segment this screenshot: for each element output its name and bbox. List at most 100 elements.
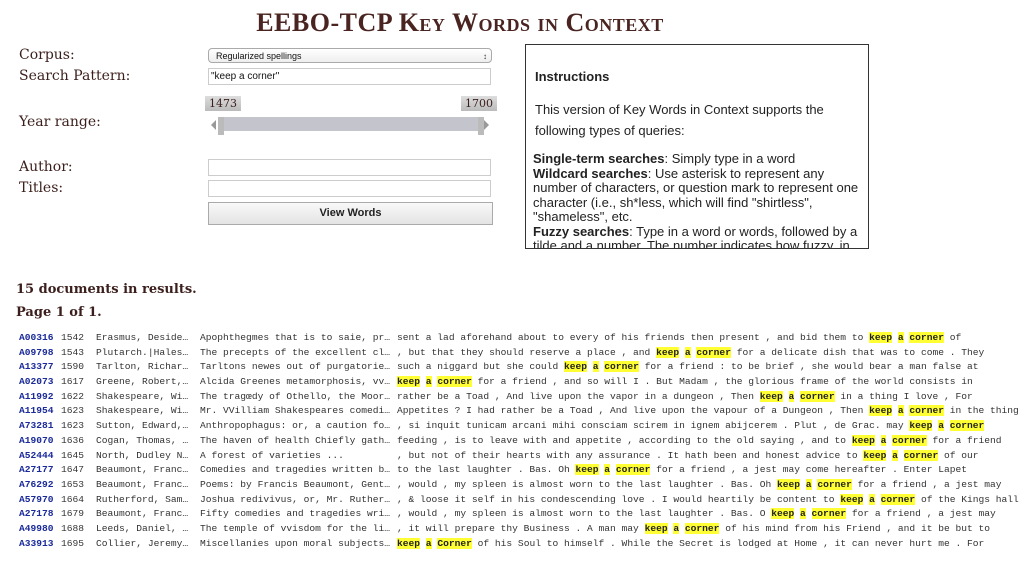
keyword-highlight: keep — [869, 405, 893, 417]
author-cell: Shakespeare, Wi… — [96, 405, 189, 417]
year-cell: 1645 — [61, 449, 85, 461]
document-id-link[interactable]: A11954 — [19, 405, 54, 416]
context-right: of the Kings hall — [915, 493, 1019, 505]
context-right: of his mind from his Friend , and it be … — [719, 522, 991, 534]
titles-input[interactable] — [208, 180, 491, 197]
context-cell: rather be a Toad , And live upon the vap… — [397, 390, 973, 402]
keyword-highlight: keep — [771, 508, 795, 520]
keyword-highlight: keep — [759, 390, 783, 402]
author-cell: Beaumont, Franc… — [96, 478, 189, 490]
year-cell: 1679 — [61, 508, 85, 520]
search-pattern-label: Search Pattern: — [19, 68, 131, 84]
keyword-highlight: keep — [644, 522, 668, 534]
context-left: sent a lad aforehand about to every of h… — [397, 332, 870, 343]
document-id-link[interactable]: A02073 — [19, 376, 54, 387]
title-cell: Mr. VVilliam Shakespeares comedi… — [200, 405, 390, 417]
document-id-link[interactable]: A27177 — [19, 464, 54, 475]
keyword-highlight: keep — [869, 332, 893, 343]
keyword-highlight: keep — [397, 376, 421, 388]
context-cell: , si inquit tunicam arcani mihi consciam… — [397, 420, 985, 432]
context-left: such a niggard but she could — [397, 361, 564, 373]
slider-track[interactable] — [218, 117, 484, 131]
context-left: rather be a Toad , And live upon the vap… — [397, 390, 760, 402]
corpus-select[interactable]: Regularized spellings ↕ — [208, 48, 492, 63]
table-row: A52444 1645 North, Dudley N… A forest of va… — [0, 449, 1024, 465]
title-cell: Alcida Greenes metamorphosis, vv… — [200, 376, 390, 388]
year-range-label: Year range: — [19, 114, 101, 130]
table-row: A02073 1617 Greene, Robert,… Alcida Greenes… — [0, 376, 1024, 391]
context-left: , but not of their hearts with any assur… — [397, 449, 864, 461]
title-cell: Miscellanies upon moral subjects… — [200, 537, 390, 549]
document-id-link[interactable]: A76292 — [19, 479, 54, 490]
author-cell: Greene, Robert,… — [96, 376, 189, 388]
author-cell: Leeds, Daniel, … — [96, 522, 189, 534]
title-cell: The tragœdy of Othello, the Moor… — [200, 390, 390, 402]
context-right: for a friend , a jest may come hereafter… — [650, 464, 968, 476]
table-row: A49980 1688 Leeds, Daniel, … The temple of … — [0, 522, 1024, 538]
context-right: for a friend : to be brief , she would b… — [638, 361, 979, 373]
title-cell: Apophthegmes that is to saie, pr… — [200, 332, 390, 343]
keyword-highlight: corner — [903, 449, 939, 461]
context-left: Appetites ? I had rather be a Toad , And… — [397, 405, 870, 417]
keyword-highlight: keep — [563, 361, 587, 373]
document-id-link[interactable]: A11992 — [19, 391, 54, 402]
table-row: A76292 1653 Beaumont, Franc… Poems: by Fran… — [0, 478, 1024, 494]
context-left: , si inquit tunicam arcani mihi consciam… — [397, 420, 910, 432]
view-words-button[interactable]: View Words — [208, 202, 493, 225]
document-id-link[interactable]: A73281 — [19, 420, 54, 431]
document-id-link[interactable]: A49980 — [19, 523, 54, 534]
document-id-link[interactable]: A52444 — [19, 450, 54, 461]
select-arrows-icon: ↕ — [483, 52, 487, 61]
search-pattern-input[interactable] — [208, 68, 491, 85]
title-cell: Joshua redivivus, or, Mr. Ruther… — [200, 493, 390, 505]
keyword-highlight: corner — [604, 361, 639, 373]
keyword-highlight: corner — [615, 464, 651, 476]
document-id-link[interactable]: A19070 — [19, 435, 54, 446]
context-cell: , but that they should reserve a place ,… — [397, 346, 985, 358]
context-cell: to the last laughter . Bas. Oh keep a co… — [397, 464, 968, 476]
page-title: EEBO-TCP Key Words in Context — [256, 8, 664, 37]
context-left: to the last laughter . Bas. Oh — [397, 464, 576, 476]
author-cell: Sutton, Edward,… — [96, 420, 189, 432]
context-right: in a thing I love , For — [834, 390, 973, 402]
context-right: in the thing — [943, 405, 1019, 417]
context-right: of his Soul to himself . While the Secre… — [471, 537, 985, 549]
year-cell: 1623 — [61, 420, 85, 432]
keyword-highlight: corner — [684, 522, 720, 534]
slider-max-handle[interactable] — [478, 117, 484, 135]
instructions-panel[interactable]: Instructions This version of Key Words i… — [525, 44, 869, 249]
author-input[interactable] — [208, 159, 491, 176]
slider-right-arrow-icon[interactable] — [484, 120, 489, 130]
table-row: A11992 1622 Shakespeare, Wi… The tragœdy of… — [0, 390, 1024, 406]
author-cell: Cogan, Thomas, … — [96, 434, 189, 446]
context-cell: , it will prepare thy Business . A man m… — [397, 522, 991, 534]
document-id-link[interactable]: A33913 — [19, 538, 54, 549]
slider-left-arrow-icon[interactable] — [211, 120, 216, 130]
keyword-highlight: keep — [840, 493, 864, 505]
context-right: for a delicate dish that was to come . T… — [730, 346, 985, 358]
document-id-link[interactable]: A57970 — [19, 494, 54, 505]
slider-min-handle[interactable] — [218, 117, 224, 135]
year-range-slider[interactable]: 1473 1700 — [205, 96, 497, 140]
instructions-list: Single-term searches: Simply type in a w… — [533, 151, 865, 248]
instruction-item: Single-term searches: Simply type in a w… — [533, 151, 865, 167]
table-row: A19070 1636 Cogan, Thomas, … The haven of h… — [0, 434, 1024, 450]
document-id-link[interactable]: A13377 — [19, 361, 54, 372]
context-left: , would , my spleen is almost worn to th… — [397, 478, 777, 490]
table-row: A57970 1664 Rutherford, Sam… Joshua rediviv… — [0, 493, 1024, 509]
document-id-link[interactable]: A09798 — [19, 347, 54, 358]
table-row: A27177 1647 Beaumont, Franc… Comedies and t… — [0, 464, 1024, 479]
author-cell: Erasmus, Deside… — [96, 332, 189, 343]
instructions-intro: This version of Key Words in Context sup… — [535, 102, 824, 138]
year-cell: 1622 — [61, 390, 85, 402]
document-id-link[interactable]: A00316 — [19, 332, 54, 343]
table-row: A11954 1623 Shakespeare, Wi… Mr. VVilliam S… — [0, 405, 1024, 420]
page-indicator: Page 1 of 1. — [16, 305, 102, 320]
document-id-link[interactable]: A27178 — [19, 508, 54, 519]
